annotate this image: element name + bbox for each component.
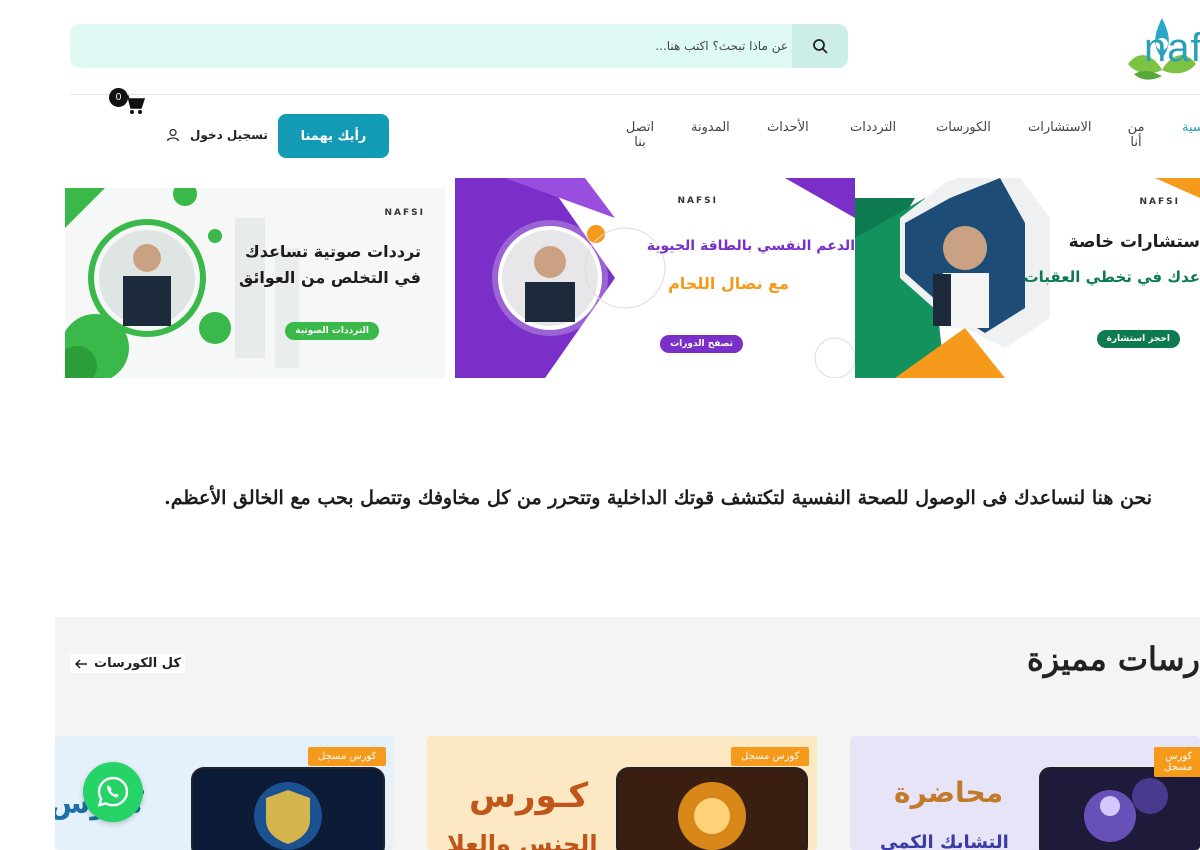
search-input[interactable] [92, 24, 792, 68]
banner-energy-button[interactable]: تصفح الدورات [660, 335, 743, 353]
opinion-button[interactable]: رأيك يهمنا [278, 114, 389, 158]
nav-item-courses[interactable]: الكورسات [936, 120, 991, 135]
banner-consultations[interactable]: NAFSI ستشارات خاصة عدك في تخطي العقبات ا… [855, 178, 1200, 378]
banner-frequencies-brand: NAFSI [384, 208, 425, 218]
login-link[interactable]: تسجيل دخول [166, 128, 268, 142]
course-card-relations-heading: كـورس [469, 776, 589, 816]
cart-count-badge: 0 [109, 88, 128, 107]
banner-frequencies-button[interactable]: الترددات الصوتية [285, 322, 379, 340]
banner-energy[interactable]: NAFSI الدعم النفسي بالطاقة الحيوية مع نض… [455, 178, 855, 378]
course-card-quantum-tag: كورس مسجل [1154, 747, 1200, 777]
all-courses-link[interactable]: كل الكورسات [70, 654, 185, 673]
banner-frequencies[interactable]: NAFSI ترددات صوتية تساعدك في التخلص من ا… [65, 188, 445, 378]
arrow-left-icon [74, 658, 87, 669]
banner-consultations-brand: NAFSI [1139, 197, 1180, 207]
banner-frequencies-subtitle: في التخلص من العوائق [238, 268, 421, 287]
banner-consultations-subtitle: عدك في تخطي العقبات [1023, 268, 1200, 286]
site-logo[interactable]: naf [1064, 14, 1200, 82]
nav-item-events[interactable]: الأحداث [767, 120, 809, 135]
banner-energy-subtitle: مع نضال اللحام [668, 274, 789, 293]
search-button[interactable] [792, 24, 848, 68]
nav-item-contact[interactable]: اتصل بنا [622, 120, 658, 150]
banner-consultations-title: ستشارات خاصة [1068, 232, 1200, 252]
logo-text: naf [1144, 26, 1200, 70]
nav-item-consultations[interactable]: الاستشارات [1028, 120, 1092, 135]
header-divider [70, 94, 1200, 95]
course-card-relations-tag: كورس مسجل [731, 747, 810, 766]
banner-energy-brand: NAFSI [677, 196, 718, 206]
course-card-quantum[interactable]: محاضرة التشابك الكمي [850, 736, 1200, 850]
whatsapp-icon [97, 776, 129, 807]
whatsapp-button[interactable] [83, 762, 143, 822]
user-icon [166, 128, 180, 142]
login-label: تسجيل دخول [190, 128, 268, 142]
banner-consultations-button[interactable]: احجز استشارة [1096, 330, 1180, 348]
all-courses-label: كل الكورسات [94, 656, 181, 671]
banner-energy-title: الدعم النفسي بالطاقة الحيوية [646, 238, 855, 254]
course-card-relations-sub: الجنس والعلا [447, 830, 598, 850]
search-bar [70, 24, 848, 68]
banner-frequencies-title: ترددات صوتية تساعدك [245, 242, 421, 261]
nav-item-frequencies[interactable]: الترددات [850, 120, 896, 135]
course-card-quantum-heading: محاضرة [894, 776, 1004, 809]
nav-item-blog[interactable]: المدونة [691, 120, 730, 135]
nav-item-home[interactable]: سية [1182, 120, 1200, 135]
hero-tagline: نحن هنا لنساعدك فى الوصول للصحة النفسية … [164, 487, 1152, 509]
featured-title: رسات مميزة [1027, 640, 1200, 678]
course-card-quantum-sub: التشابك الكمي [880, 832, 1009, 850]
cart-button[interactable]: 0 [108, 88, 148, 118]
course-card-protection-tag: كورس مسجل [308, 747, 387, 766]
nav-item-about[interactable]: من أنا [1120, 120, 1152, 150]
banner-energy-art [455, 178, 855, 378]
search-icon [813, 39, 828, 54]
